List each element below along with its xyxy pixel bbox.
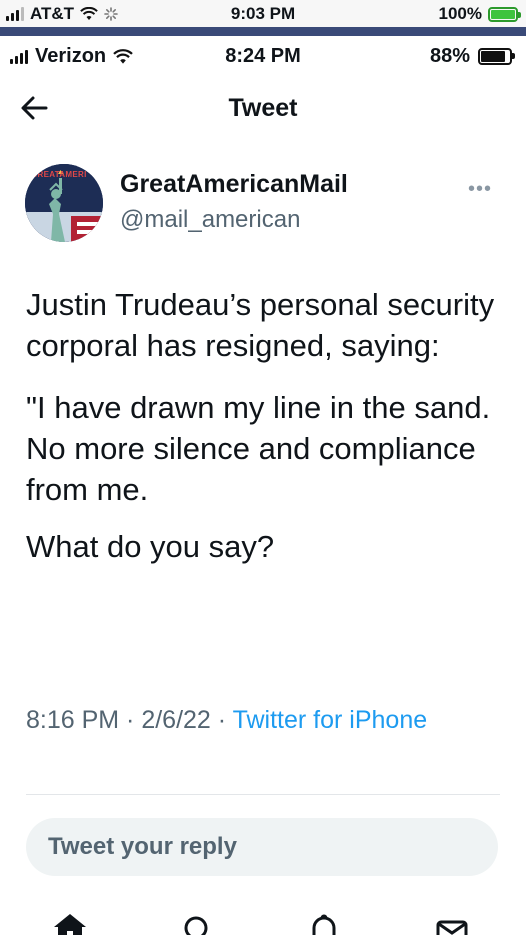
tweet-paragraph: Justin Trudeau’s personal security corpo…: [26, 287, 495, 363]
tweet-meta: 8:16 PM · 2/6/22 · Twitter for iPhone: [26, 702, 506, 738]
battery-icon: [478, 48, 515, 65]
tweet-source-link[interactable]: Twitter for iPhone: [233, 706, 428, 734]
screenshot-border-bar: [0, 27, 526, 36]
author-name[interactable]: GreatAmericanMail: [120, 170, 348, 199]
inner-status-bar: Verizon 8:24 PM 88%: [0, 36, 526, 78]
home-icon[interactable]: [48, 910, 92, 935]
outer-battery-percent: 100%: [438, 4, 482, 23]
battery-charging-icon: [488, 6, 521, 22]
avatar-banner-text: GREATAMERI: [31, 170, 87, 179]
tweet-time[interactable]: 8:16 PM: [26, 706, 119, 734]
screenshot: AT&T 9:03 PM 100% Verizon 8:24 PM 88% Tw…: [0, 0, 526, 935]
avatar[interactable]: GREATAMERI: [25, 164, 103, 242]
tweet-paragraph: What do you say?: [26, 529, 275, 564]
page-title: Tweet: [228, 94, 298, 122]
more-options-icon[interactable]: •••: [468, 178, 492, 201]
bottom-tab-bar: [0, 900, 526, 935]
divider: [26, 794, 500, 795]
tweet-header: Tweet: [0, 80, 526, 136]
inner-status-right: 88%: [429, 45, 515, 68]
author-handle[interactable]: @mail_american: [120, 206, 300, 234]
notifications-icon[interactable]: [302, 910, 346, 935]
outer-status-bar: AT&T 9:03 PM 100%: [0, 0, 526, 27]
tweet-text: Justin Trudeau’s personal security corpo…: [26, 284, 506, 567]
tweet-paragraph: "I have drawn my line in the sand. No mo…: [26, 390, 491, 507]
inner-battery-percent: 88%: [429, 45, 470, 67]
tweet-date[interactable]: 2/6/22: [141, 706, 211, 734]
messages-icon[interactable]: [430, 910, 474, 935]
meta-separator: ·: [119, 706, 142, 734]
reply-input[interactable]: Tweet your reply: [26, 818, 498, 876]
meta-separator: ·: [210, 706, 233, 734]
outer-status-right: 100%: [438, 4, 521, 24]
search-icon[interactable]: [174, 910, 218, 935]
reply-placeholder: Tweet your reply: [48, 833, 237, 860]
